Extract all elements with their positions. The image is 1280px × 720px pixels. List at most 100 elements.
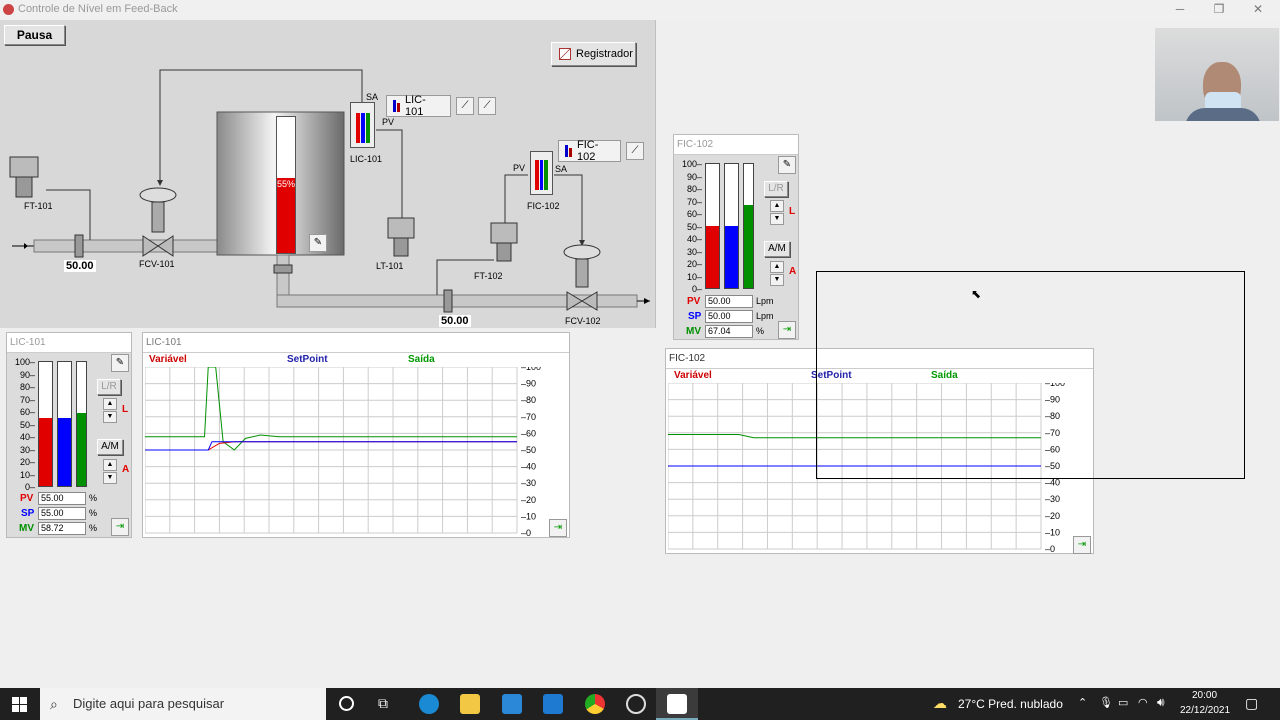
mv-label: MV xyxy=(19,523,34,534)
edge-icon[interactable] xyxy=(419,694,439,714)
lic101-faceplate: LIC-101 100– 90– 80– 70– 60– 50– 40– 30– 20– 10– 0… xyxy=(6,332,132,538)
sa-label-1: SA xyxy=(366,92,379,102)
file-explorer-icon[interactable] xyxy=(460,694,480,714)
mv-bar-fill xyxy=(77,413,86,486)
mv-field[interactable]: 58.72 xyxy=(38,522,86,535)
close-icon[interactable]: ✕ xyxy=(1250,2,1266,16)
pv-series-line xyxy=(145,441,517,451)
axis-tick-label: –0 xyxy=(521,528,531,537)
sp-bar-fill xyxy=(58,417,71,486)
tank-trend-icon[interactable]: ✎ xyxy=(309,234,327,252)
minimize-icon[interactable]: ─ xyxy=(1172,2,1188,16)
scale-tick: 60– xyxy=(19,407,35,417)
pv-field[interactable]: 50.00 xyxy=(705,295,753,308)
scale-tick: 30– xyxy=(19,444,35,455)
axis-tick-label: –10 xyxy=(521,511,536,521)
tune-icon[interactable]: ✎ xyxy=(778,156,796,174)
outlet-flow-value: 50.00 xyxy=(439,315,471,327)
window-titlebar: Controle de Nível em Feed-Back ─ ❐ ✕ xyxy=(0,0,1280,20)
tune-icon[interactable]: ✎ xyxy=(111,354,129,372)
volume-icon[interactable]: 🔊︎ xyxy=(1157,695,1165,710)
l-up-button[interactable]: ▲ xyxy=(770,200,784,212)
fic102-indicator[interactable] xyxy=(530,151,553,195)
a-up-button[interactable]: ▲ xyxy=(770,261,784,273)
l-down-button[interactable]: ▼ xyxy=(103,411,117,423)
taskbar: ⌕ Digite aqui para pesquisar ⧉ ☁ 27°C Pr… xyxy=(0,688,1280,720)
sp-bar xyxy=(57,361,72,487)
a-down-button[interactable]: ▼ xyxy=(770,274,784,286)
maximize-icon[interactable]: ❐ xyxy=(1211,2,1227,16)
chrome-icon[interactable] xyxy=(585,694,605,714)
scale-tick: 100– xyxy=(681,159,702,169)
exit-icon[interactable]: ⇥ xyxy=(1073,536,1091,554)
mv-field[interactable]: 67.04 xyxy=(705,325,753,338)
pv-bar xyxy=(705,163,720,289)
axis-tick-label: –70 xyxy=(521,412,536,422)
am-button[interactable]: A/M xyxy=(764,241,790,257)
sp-field[interactable]: 50.00 xyxy=(705,310,753,323)
battery-icon[interactable]: ▭ xyxy=(1118,696,1128,709)
microphone-icon[interactable]: 🎙︎ xyxy=(1099,696,1113,709)
faceplate-title: LIC-101 xyxy=(7,333,131,353)
legend-sp: SetPoint xyxy=(287,354,328,365)
ft102-label: FT-102 xyxy=(474,271,503,281)
exit-icon[interactable]: ⇥ xyxy=(778,321,796,339)
l-up-button[interactable]: ▲ xyxy=(103,398,117,410)
pv-label: PV xyxy=(687,296,701,307)
axis-tick-label: –40 xyxy=(521,462,536,472)
pv-field[interactable]: 55.00 xyxy=(38,492,86,505)
sp-label: SP xyxy=(688,311,702,322)
fic102-faceplate-button[interactable]: FIC-102 xyxy=(558,139,621,163)
scale-tick: 90– xyxy=(686,171,702,182)
clock-time[interactable]: 20:00 xyxy=(1192,690,1217,701)
scale-tick: 10– xyxy=(686,271,702,282)
sp-bar xyxy=(724,163,739,289)
clock-date[interactable]: 22/12/2021 xyxy=(1180,705,1230,716)
mail-icon[interactable] xyxy=(543,694,563,714)
simulator-app-icon[interactable] xyxy=(667,694,687,714)
legend-pv: Variável xyxy=(674,370,712,381)
lic101-trend: LIC-101 Variável SetPoint Saída –100 –90–… xyxy=(142,332,570,538)
lic101-tune-icon[interactable]: ⟋ xyxy=(478,97,496,115)
obs-icon[interactable] xyxy=(626,694,646,714)
axis-tick-label: –50 xyxy=(521,445,536,455)
weather-text[interactable]: 27°C Pred. nublado xyxy=(958,697,1063,711)
mv-unit: % xyxy=(756,326,765,336)
scale-tick: 60– xyxy=(686,209,702,219)
mv-bar xyxy=(76,361,87,487)
scale-tick: 0– xyxy=(24,482,35,492)
taskbar-search-input[interactable]: ⌕ Digite aqui para pesquisar xyxy=(40,688,326,720)
a-up-button[interactable]: ▲ xyxy=(103,459,117,471)
sp-unit: % xyxy=(89,508,98,518)
fic102-trend-icon[interactable]: ⟋ xyxy=(626,142,644,160)
windows-start-icon[interactable] xyxy=(12,697,27,712)
task-view-icon[interactable]: ⧉ xyxy=(378,695,388,712)
pv-bar-fill xyxy=(706,226,719,288)
app-icon xyxy=(3,4,14,15)
wifi-icon[interactable]: ◠ xyxy=(1138,696,1148,709)
scale-tick: 80– xyxy=(686,184,702,194)
l-down-button[interactable]: ▼ xyxy=(770,213,784,225)
lr-button[interactable]: L/R xyxy=(764,181,788,197)
am-button[interactable]: A/M xyxy=(97,439,123,455)
lic101-device-label: LIC-101 xyxy=(350,154,383,164)
sp-field[interactable]: 55.00 xyxy=(38,507,86,520)
lic101-trend-icon[interactable]: ⟋ xyxy=(456,97,474,115)
notifications-icon[interactable]: ▢ xyxy=(1245,695,1258,712)
tray-chevron-icon[interactable]: ⌃ xyxy=(1078,696,1087,709)
scale-tick: 70– xyxy=(686,196,702,207)
lic101-faceplate-button[interactable]: LIC-101 xyxy=(386,94,451,118)
exit-icon[interactable]: ⇥ xyxy=(549,519,567,537)
lic101-indicator[interactable] xyxy=(350,102,375,148)
pv-unit: Lpm xyxy=(756,296,774,306)
exit-icon[interactable]: ⇥ xyxy=(111,518,129,536)
store-icon[interactable] xyxy=(502,694,522,714)
cortana-icon[interactable] xyxy=(339,696,354,711)
pv-bar xyxy=(38,361,53,487)
a-down-button[interactable]: ▼ xyxy=(103,472,117,484)
pv-label-1: PV xyxy=(382,117,395,127)
sp-series-line xyxy=(145,441,517,451)
process-piping xyxy=(9,69,650,313)
tank-level-fill xyxy=(277,178,295,253)
lr-button[interactable]: L/R xyxy=(97,379,121,395)
